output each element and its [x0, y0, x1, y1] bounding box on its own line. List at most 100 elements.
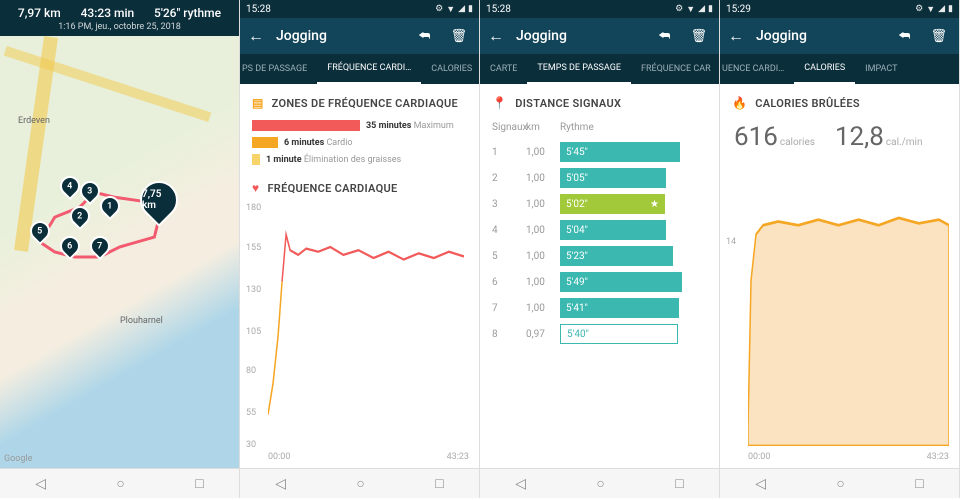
duration-value: 43:23 min [81, 6, 135, 20]
tab-heart-rate[interactable]: FRÉQUENCE CAR [631, 54, 713, 84]
status-icons: ⚙▼◢▮ [435, 4, 473, 15]
star-icon: ★ [650, 199, 659, 210]
back-button[interactable]: ← [728, 26, 744, 46]
app-header: ← Jogging ⮪ 🗑 [720, 18, 959, 54]
share-button[interactable]: ⮪ [654, 29, 674, 44]
delete-button[interactable]: 🗑 [686, 29, 711, 44]
nav-back-icon[interactable]: ◁ [515, 476, 526, 492]
flame-icon: 🔥 [732, 96, 747, 110]
google-logo: Google [4, 454, 32, 464]
split-row: 80,97 5'40" [480, 321, 719, 347]
zone-row: 6 minutes Cardio [240, 135, 479, 152]
cal-x-axis: 00:0043:23 [720, 450, 959, 468]
screen-calories: 15:29 ⚙▼◢▮ ← Jogging ⮪ 🗑 UENCE CARDI… CA… [720, 0, 960, 498]
distance-value: 7,97 km [18, 6, 61, 20]
split-bar: 5'23" [560, 246, 673, 266]
split-bar: 5'49" [560, 272, 682, 292]
split-header-row: Signaux km Rythme [480, 122, 719, 133]
splits-heading: 📍 DISTANCE SIGNAUX [480, 84, 719, 118]
pin-icon: 📍 [492, 96, 507, 110]
calories-heading: 🔥 CALORIES BRÛLÉES [720, 84, 959, 118]
nav-home-icon[interactable]: ○ [356, 475, 364, 492]
hr-chart: 180 155 130 105 80 55 30 [240, 203, 479, 450]
nav-recent-icon[interactable]: □ [915, 475, 923, 492]
split-bar: 5'05" [560, 168, 666, 188]
split-row: 71,00 5'41" [480, 295, 719, 321]
tab-impact[interactable]: IMPACT [855, 54, 907, 84]
calories-rate: 12,8 [835, 122, 884, 152]
split-row: 31,00 5'02"★ [480, 191, 719, 217]
nav-recent-icon[interactable]: □ [195, 475, 203, 492]
nav-back-icon[interactable]: ◁ [35, 476, 46, 492]
status-time: 15:28 [246, 4, 271, 15]
tab-heart-rate[interactable]: FRÉQUENCE CARDI… [317, 54, 421, 84]
zone-row: 35 minutes Maximum [240, 118, 479, 135]
nav-back-icon[interactable]: ◁ [275, 476, 286, 492]
split-bar: 5'40" [560, 324, 678, 344]
bars-icon: ▤ [252, 96, 264, 110]
tab-bar: CARTE TEMPS DE PASSAGE FRÉQUENCE CAR [480, 54, 719, 84]
page-title: Jogging [756, 28, 882, 44]
tab-splits[interactable]: PS DE PASSAGE [240, 54, 317, 84]
back-button[interactable]: ← [248, 26, 264, 46]
zone-label: 1 minute Élimination des graisses [266, 155, 401, 165]
split-bar: 5'41" [560, 298, 679, 318]
tab-calories[interactable]: CALORIES [794, 54, 855, 84]
status-time: 15:29 [726, 4, 751, 15]
split-row: 41,00 5'04" [480, 217, 719, 243]
zones-heading: ▤ ZONES DE FRÉQUENCE CARDIAQUE [240, 84, 479, 118]
share-button[interactable]: ⮪ [894, 29, 914, 44]
zone-row: 1 minute Élimination des graisses [240, 152, 479, 169]
date-label: 1:16 PM, jeu., octobre 25, 2018 [8, 22, 231, 32]
zone-label: 6 minutes Cardio [284, 138, 353, 148]
screen-map: 7,97 km 43:23 min 5'26" rythme 1:16 PM, … [0, 0, 240, 498]
y-tick: 14 [726, 237, 736, 247]
map-summary-bar: 7,97 km 43:23 min 5'26" rythme 1:16 PM, … [0, 0, 239, 36]
nav-recent-icon[interactable]: □ [675, 475, 683, 492]
android-navbar: ◁ ○ □ [0, 468, 239, 498]
split-bar: 5'02"★ [560, 194, 665, 214]
zone-bar [252, 137, 278, 148]
nav-home-icon[interactable]: ○ [596, 475, 604, 492]
tab-bar: UENCE CARDI… CALORIES IMPACT [720, 54, 959, 84]
tab-splits[interactable]: TEMPS DE PASSAGE [527, 54, 631, 84]
delete-button[interactable]: 🗑 [926, 29, 951, 44]
screen-heart-rate: 15:28 ⚙▼◢▮ ← Jogging ⮪ 🗑 PS DE PASSAGE F… [240, 0, 480, 498]
nav-back-icon[interactable]: ◁ [755, 476, 766, 492]
split-row: 51,00 5'23" [480, 243, 719, 269]
hr-x-axis: 00:0043:23 [240, 450, 479, 468]
tab-heart-rate[interactable]: UENCE CARDI… [720, 54, 794, 84]
android-navbar: ◁ ○ □ [480, 468, 719, 498]
split-bar: 5'45" [560, 142, 680, 162]
split-row: 21,00 5'05" [480, 165, 719, 191]
share-button[interactable]: ⮪ [414, 29, 434, 44]
nav-home-icon[interactable]: ○ [836, 475, 844, 492]
tab-calories[interactable]: CALORIES [421, 54, 479, 84]
nav-home-icon[interactable]: ○ [116, 475, 124, 492]
split-row: 61,00 5'49" [480, 269, 719, 295]
split-row: 11,00 5'45" [480, 139, 719, 165]
status-time: 15:28 [486, 4, 511, 15]
android-navbar: ◁ ○ □ [720, 468, 959, 498]
status-icons: ⚙▼◢▮ [915, 4, 953, 15]
status-bar: 15:28 ⚙▼◢▮ [480, 0, 719, 18]
delete-button[interactable]: 🗑 [446, 29, 471, 44]
status-icons: ⚙▼◢▮ [675, 4, 713, 15]
tab-bar: PS DE PASSAGE FRÉQUENCE CARDI… CALORIES [240, 54, 479, 84]
page-title: Jogging [276, 28, 402, 44]
split-bar: 5'04" [560, 220, 666, 240]
android-navbar: ◁ ○ □ [240, 468, 479, 498]
screen-splits: 15:28 ⚙▼◢▮ ← Jogging ⮪ 🗑 CARTE TEMPS DE … [480, 0, 720, 498]
map-canvas[interactable]: Erdeven Plouharnel 4 3 2 5 6 7 1 7,75 km… [0, 36, 239, 468]
zone-bar [252, 154, 260, 165]
pace-value: 5'26" rythme [154, 6, 221, 20]
back-button[interactable]: ← [488, 26, 504, 46]
tab-map[interactable]: CARTE [480, 54, 527, 84]
page-title: Jogging [516, 28, 642, 44]
status-bar: 15:29 ⚙▼◢▮ [720, 0, 959, 18]
heart-icon: ♥ [252, 181, 259, 195]
zone-label: 35 minutes Maximum [366, 121, 454, 131]
nav-recent-icon[interactable]: □ [435, 475, 443, 492]
calories-total: 616 [734, 122, 778, 152]
calories-summary: 616calories 12,8cal./min [720, 118, 959, 162]
